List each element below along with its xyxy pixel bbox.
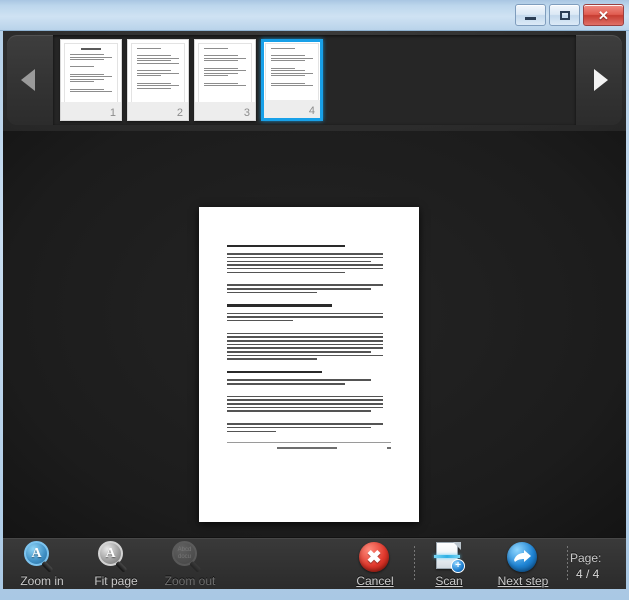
zoom-in-button[interactable]: A Zoom in <box>11 541 73 588</box>
minimize-button[interactable] <box>515 4 546 26</box>
fit-page-button[interactable]: A Fit page <box>85 541 147 588</box>
maximize-button[interactable] <box>549 4 580 26</box>
thumbnail-track[interactable]: 1 2 3 4 <box>53 35 576 125</box>
thumbnail-filmstrip: 1 2 3 4 <box>3 31 626 132</box>
zoom-out-label: Zoom out <box>164 574 216 588</box>
close-icon: ✕ <box>598 7 609 23</box>
cancel-button[interactable]: ✖ Cancel <box>344 541 406 588</box>
page-counter-label: Page: <box>570 551 602 565</box>
scanner-icon: + <box>430 541 468 573</box>
zoom-out-button[interactable]: Abcd docu Zoom out <box>159 541 221 588</box>
scan-button[interactable]: + Scan <box>418 541 480 588</box>
zoom-in-label: Zoom in <box>20 574 64 588</box>
thumbnail-number: 3 <box>243 107 250 119</box>
magnifier-plus-icon: A <box>23 541 61 573</box>
filmstrip-next-button[interactable] <box>576 35 622 125</box>
client-area: 1 2 3 4 A Zoom in A Fit page Abcd docu Z… <box>3 31 626 589</box>
fit-page-label: Fit page <box>94 574 138 588</box>
filmstrip-prev-button[interactable] <box>7 35 53 125</box>
thumbnail-item[interactable]: 3 <box>194 39 256 121</box>
cancel-icon: ✖ <box>356 541 394 573</box>
toolbar-separator-right <box>567 546 568 582</box>
magnifier-minus-icon: Abcd docu <box>171 541 209 573</box>
application-window: ✕ 1 2 3 4 A Zoom in A Fit page Abcd docu… <box>0 0 629 600</box>
minimize-icon <box>525 16 536 20</box>
thumbnail-page-image <box>131 43 185 103</box>
action-button-group: ✖ Cancel + Scan Next step <box>344 541 554 588</box>
scan-label: Scan <box>435 574 463 588</box>
page-counter-value: 4 / 4 <box>576 567 600 581</box>
chevron-right-icon <box>594 69 608 91</box>
magnifier-fit-icon: A <box>97 541 135 573</box>
thumbnail-page-image <box>64 43 118 103</box>
maximize-icon <box>559 10 570 20</box>
arrow-right-icon <box>504 541 542 573</box>
close-button[interactable]: ✕ <box>583 4 624 26</box>
thumbnail-number: 1 <box>109 107 116 119</box>
thumbnail-page-image <box>198 43 252 103</box>
chevron-left-icon <box>21 69 35 91</box>
thumbnail-number: 2 <box>176 107 183 119</box>
thumbnail-number: 4 <box>308 105 315 117</box>
page-footer <box>227 447 391 449</box>
window-controls: ✕ <box>515 4 624 26</box>
next-step-label: Next step <box>497 574 549 588</box>
zoom-button-group: A Zoom in A Fit page Abcd docu Zoom out <box>11 541 221 588</box>
page-footer-rule <box>227 442 391 443</box>
next-step-button[interactable]: Next step <box>492 541 554 588</box>
thumbnail-item[interactable]: 1 <box>60 39 122 121</box>
preview-page-sheet <box>199 207 419 522</box>
thumbnail-page-image <box>265 43 319 103</box>
title-bar: ✕ <box>0 0 629 31</box>
page-counter: Page: 4 / 4 <box>570 550 620 582</box>
cancel-label: Cancel <box>356 574 394 588</box>
thumbnail-item[interactable]: 2 <box>127 39 189 121</box>
bottom-toolbar: A Zoom in A Fit page Abcd docu Zoom out … <box>3 537 626 589</box>
thumbnail-item-selected[interactable]: 4 <box>261 39 323 121</box>
page-preview-canvas[interactable] <box>3 131 626 537</box>
